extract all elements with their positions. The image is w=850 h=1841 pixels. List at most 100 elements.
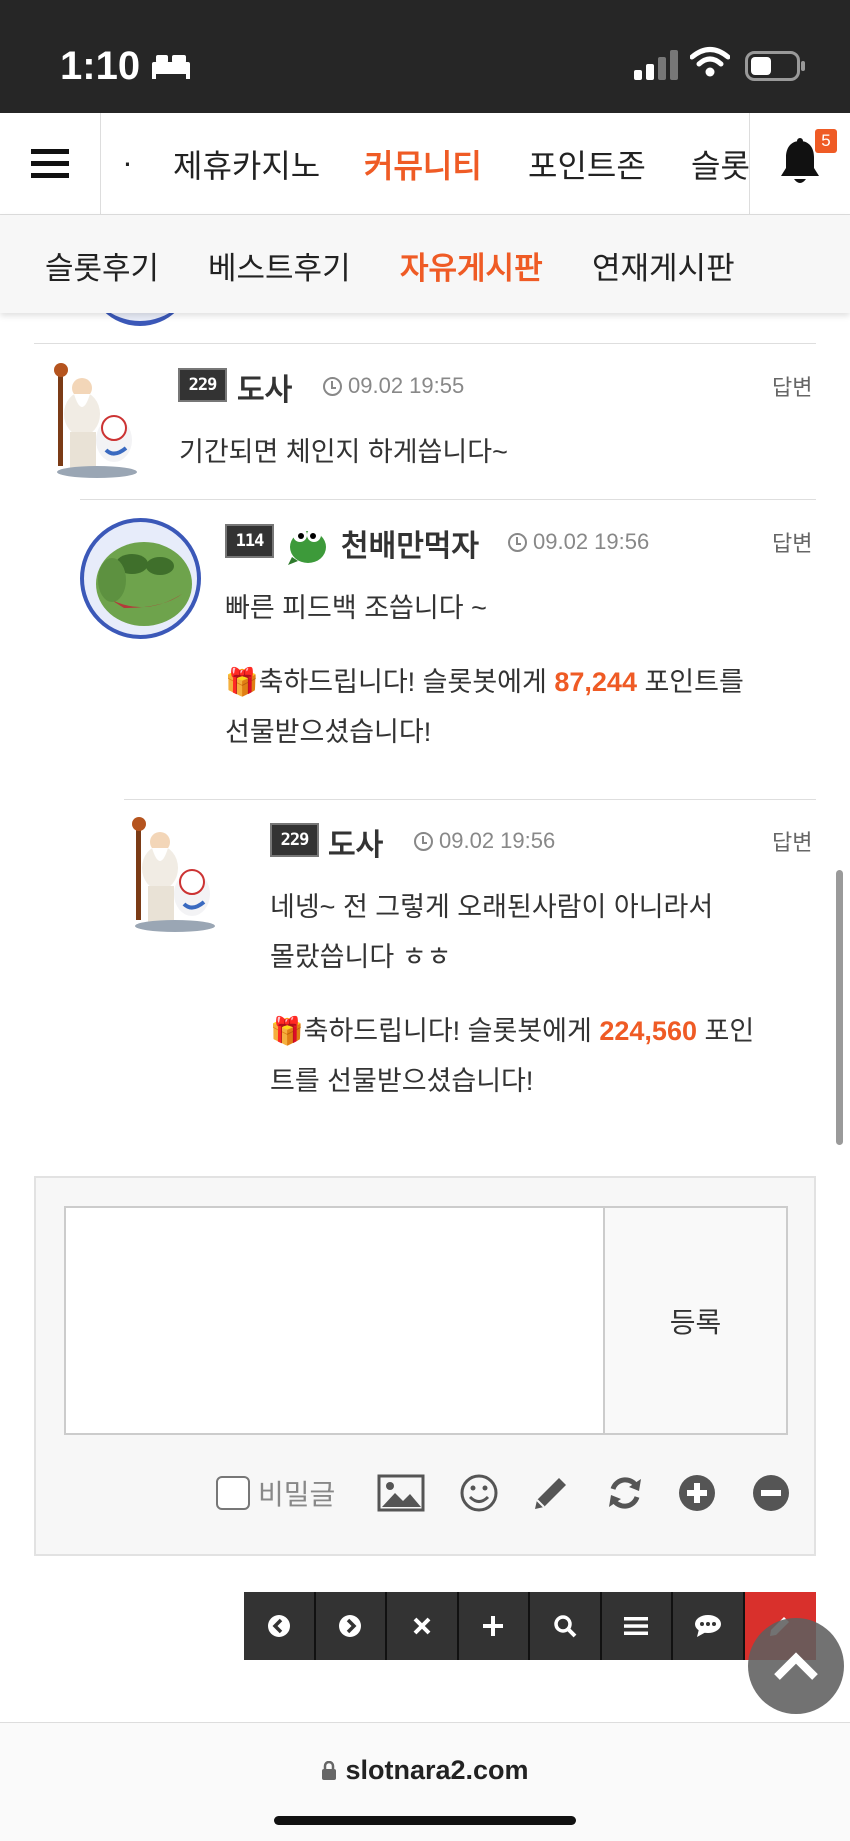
gift-text-line2: 트를 선물받으셨습니다! bbox=[270, 1066, 534, 1096]
comment-text: 빠른 피드백 조씁니다 ~ bbox=[225, 593, 487, 623]
board-toolbar bbox=[244, 1592, 816, 1660]
tab-community[interactable]: 커뮤니티 bbox=[364, 141, 482, 187]
notification-count-badge: 5 bbox=[815, 129, 837, 153]
pencil-icon bbox=[535, 1478, 566, 1509]
main-nav: . 제휴카지노 커뮤니티 포인트존 슬롯 5 bbox=[0, 113, 850, 215]
reply-button[interactable]: 답변 bbox=[772, 370, 812, 402]
avatar bbox=[80, 518, 201, 639]
gift-notice: 🎁축하드립니다! 슬롯봇에게 224,560 포인 트를 선물받으셨습니다! bbox=[270, 1006, 820, 1106]
gift-suffix: 포인트를 bbox=[636, 667, 744, 697]
image-button[interactable] bbox=[376, 1471, 426, 1515]
comment-text: 기간되면 체인지 하게씁니다~ bbox=[179, 437, 508, 467]
next-button[interactable] bbox=[316, 1592, 387, 1660]
comment-nickname[interactable]: 도사 bbox=[237, 365, 292, 409]
comment-text: 네넹~ 전 그렇게 오래된사람이 아니라서 몰랐씁니다 ㅎㅎ bbox=[270, 882, 713, 982]
shrink-button[interactable] bbox=[746, 1471, 796, 1515]
lock-icon bbox=[322, 1760, 337, 1780]
previous-button[interactable] bbox=[244, 1592, 316, 1660]
subtab-free-board[interactable]: 자유게시판 bbox=[400, 243, 543, 288]
gift-notice: 🎁축하드립니다! 슬롯봇에게 87,244 포인트를 선물받으셨습니다! bbox=[225, 657, 815, 757]
comment-text-line: 네넹~ 전 그렇게 오래된사람이 아니라서 bbox=[270, 892, 714, 922]
new-post-button[interactable] bbox=[459, 1592, 530, 1660]
tab-partner-casino[interactable]: 제휴카지노 bbox=[173, 141, 320, 187]
avatar bbox=[52, 362, 146, 482]
chevron-left-icon bbox=[267, 1615, 290, 1637]
gift-suffix: 포인 bbox=[696, 1016, 755, 1046]
chevron-up-icon bbox=[774, 1652, 818, 1680]
list-icon bbox=[624, 1617, 649, 1635]
scroll-to-top-button[interactable] bbox=[748, 1618, 844, 1714]
comment-icon bbox=[694, 1615, 721, 1637]
subtab-serial-board[interactable]: 연재게시판 bbox=[592, 243, 735, 288]
search-button[interactable] bbox=[530, 1592, 602, 1660]
status-time: 1:10 bbox=[60, 44, 141, 88]
plus-circle-icon bbox=[679, 1475, 715, 1511]
tab-point-zone[interactable]: 포인트존 bbox=[528, 141, 646, 187]
expand-button[interactable] bbox=[672, 1471, 722, 1515]
comment-text-line: 몰랐씁니다 ㅎㅎ bbox=[270, 942, 452, 972]
secret-checkbox-row[interactable]: 비밀글 bbox=[216, 1473, 335, 1513]
refresh-icon bbox=[609, 1477, 641, 1509]
url-display[interactable]: slotnara2.com bbox=[0, 1755, 850, 1786]
emoticon-button[interactable] bbox=[454, 1471, 504, 1515]
subtab-best-review[interactable]: 베스트후기 bbox=[208, 243, 351, 288]
main-nav-tabs: . 제휴카지노 커뮤니티 포인트존 슬롯 bbox=[101, 113, 749, 215]
image-icon bbox=[377, 1474, 425, 1512]
close-button[interactable] bbox=[387, 1592, 459, 1660]
browser-url-bar[interactable]: slotnara2.com bbox=[0, 1722, 850, 1841]
comment-nickname[interactable]: 천배만먹자 bbox=[341, 521, 479, 565]
user-icon bbox=[282, 517, 332, 567]
avatar bbox=[130, 816, 224, 936]
close-icon bbox=[413, 1617, 431, 1635]
comment-divider bbox=[34, 343, 816, 344]
minus-circle-icon bbox=[753, 1475, 789, 1511]
submit-button[interactable]: 등록 bbox=[605, 1206, 788, 1435]
hamburger-icon bbox=[31, 149, 69, 178]
hamburger-menu-button[interactable] bbox=[0, 113, 101, 215]
comment-time-text: 09.02 19:56 bbox=[439, 828, 556, 853]
comment-time: 09.02 19:55 bbox=[323, 373, 464, 399]
comment-divider bbox=[124, 799, 816, 800]
comment-divider bbox=[80, 499, 816, 500]
gift-text: 축하드립니다! 슬롯봇에게 bbox=[258, 667, 555, 697]
comment-time-text: 09.02 19:55 bbox=[348, 373, 465, 398]
gift-text: 축하드립니다! 슬롯봇에게 bbox=[303, 1016, 600, 1046]
comment-time: 09.02 19:56 bbox=[508, 529, 649, 555]
list-button[interactable] bbox=[602, 1592, 673, 1660]
cellular-signal-icon bbox=[634, 50, 678, 85]
subtab-slot-review[interactable]: 슬롯후기 bbox=[45, 243, 159, 288]
chevron-right-icon bbox=[339, 1615, 362, 1637]
gift-icon: 🎁 bbox=[225, 667, 259, 697]
comment-nickname[interactable]: 도사 bbox=[328, 820, 383, 864]
battery-icon bbox=[745, 51, 807, 86]
page-scrollbar[interactable] bbox=[836, 870, 843, 1145]
gift-text-line2: 선물받으셨습니다! bbox=[225, 717, 432, 747]
url-domain: slotnara2.com bbox=[345, 1755, 529, 1785]
refresh-button[interactable] bbox=[600, 1471, 650, 1515]
sub-nav: 슬롯후기 베스트후기 자유게시판 연재게시판 bbox=[0, 215, 850, 313]
clock-icon bbox=[323, 377, 342, 396]
wifi-icon bbox=[689, 46, 731, 83]
comment-time: 09.02 19:56 bbox=[414, 828, 555, 854]
comment-time-text: 09.02 19:56 bbox=[533, 529, 650, 554]
plus-icon bbox=[483, 1616, 504, 1636]
edit-button[interactable] bbox=[526, 1471, 576, 1515]
comment-button[interactable] bbox=[673, 1592, 745, 1660]
notification-button[interactable]: 5 bbox=[749, 113, 850, 215]
level-badge: 229 bbox=[178, 368, 227, 402]
comment-textarea[interactable] bbox=[64, 1206, 605, 1435]
reply-button[interactable]: 답변 bbox=[772, 526, 812, 558]
comment-form: 등록 비밀글 bbox=[34, 1176, 816, 1556]
sleep-mode-icon bbox=[150, 52, 192, 85]
gift-points: 87,244 bbox=[554, 667, 637, 697]
gift-icon: 🎁 bbox=[270, 1016, 304, 1046]
reply-button[interactable]: 답변 bbox=[772, 825, 812, 857]
secret-checkbox[interactable] bbox=[216, 1476, 250, 1510]
secret-label: 비밀글 bbox=[258, 1479, 336, 1510]
smile-icon bbox=[460, 1474, 498, 1512]
search-icon bbox=[554, 1615, 577, 1638]
home-indicator[interactable] bbox=[274, 1816, 576, 1825]
gift-points: 224,560 bbox=[599, 1016, 697, 1046]
tab-slot[interactable]: 슬롯 bbox=[691, 141, 749, 187]
main-nav-separator: . bbox=[123, 137, 132, 173]
